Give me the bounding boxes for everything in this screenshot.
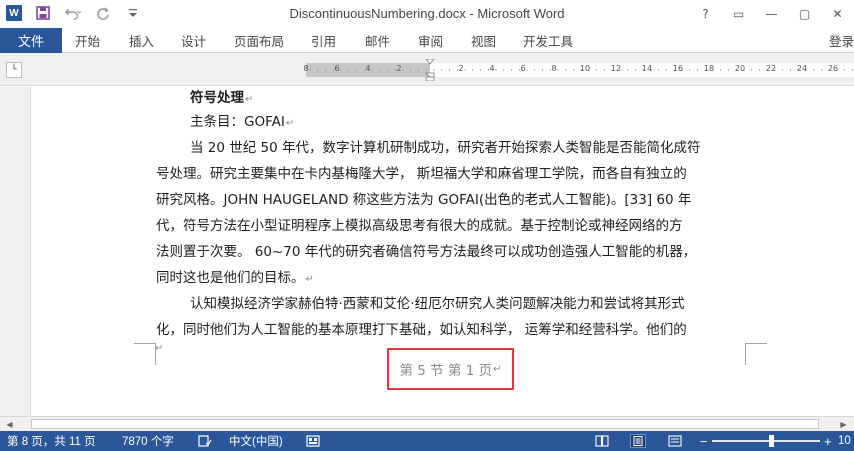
scroll-left-icon[interactable]: ◀ <box>4 419 15 430</box>
help-icon[interactable]: ? <box>689 0 722 28</box>
tab-design[interactable]: 设计 <box>181 28 206 53</box>
tab-file[interactable]: 文件 <box>0 28 62 53</box>
paragraph-mark: ↵ <box>245 94 254 105</box>
ruler-label: 24 <box>796 64 808 73</box>
paragraph-line: 研究风格。JOHN HAUGELAND 称这些方法为 GOFAI(出色的老式人工… <box>156 192 692 208</box>
scroll-right-icon[interactable]: ▶ <box>838 419 849 430</box>
paragraph-line: 化，同时他们为人工智能的基本原理打下基础，如认知科学， 运筹学和经营科学。他们的 <box>156 322 687 338</box>
paragraph-line: 代，符号方法在小型证明程序上模拟高级思考有很大的成就。基于控制论或神经网络的方 <box>156 218 683 234</box>
ruler-label: 4 <box>365 64 371 73</box>
heading-text: 符号处理 <box>190 90 244 106</box>
paragraph-line: 号处理。研究主要集中在卡内基梅隆大学， 斯坦福大学和麻省理工学院，而各自有独立的 <box>156 166 687 182</box>
ruler-label: 14 <box>641 64 653 73</box>
ruler-label: 12 <box>610 64 622 73</box>
paragraph-mark: ↵ <box>493 363 502 375</box>
tab-references[interactable]: 引用 <box>311 28 336 53</box>
tab-mailings[interactable]: 邮件 <box>365 28 390 53</box>
tab-stop-selector[interactable]: └ <box>6 62 22 78</box>
zoom-in-icon[interactable]: + <box>824 431 832 451</box>
hanging-indent-marker[interactable] <box>425 72 435 78</box>
ruler-label: 8 <box>303 64 309 73</box>
zoom-slider[interactable] <box>712 440 820 442</box>
login-link[interactable]: 登录 <box>829 28 854 53</box>
paragraph-mark: ↵ <box>305 274 314 285</box>
zoom-out-icon[interactable]: − <box>700 431 708 451</box>
ruler-area: └ 8642246810121416182022242628 <box>0 53 854 86</box>
tab-view[interactable]: 视图 <box>471 28 496 53</box>
first-line-indent-marker[interactable] <box>425 59 435 65</box>
paragraph-line: 认知模拟经济学家赫伯特·西蒙和艾伦·纽厄尔研究人类问题解决能力和尝试将其形式 <box>190 296 685 312</box>
tab-developer[interactable]: 开发工具 <box>523 28 573 53</box>
subentry-text: 主条目：GOFAI <box>190 114 285 130</box>
footer-page-number[interactable]: 第 5 节 第 1 页 ↵ <box>387 348 514 390</box>
crop-mark <box>134 343 156 365</box>
paragraph-line: 法则置于次要。 60~70 年代的研究者确信符号方法最终可以成功创造强人工智能的… <box>156 244 697 260</box>
document-area: 符号处理↵ 主条目：GOFAI↵ 当 20 世纪 50 年代，数字计算机研制成功… <box>0 87 854 416</box>
title-bar: W DiscontinuousNumbering.docx - Microsof… <box>0 0 854 28</box>
ruler-label: 20 <box>734 64 746 73</box>
subentry: 主条目：GOFAI↵ <box>190 110 790 130</box>
tab-home[interactable]: 开始 <box>75 28 100 53</box>
ruler-label: 22 <box>765 64 777 73</box>
ruler-label: 2 <box>396 64 402 73</box>
web-layout-icon[interactable] <box>667 434 683 448</box>
ruler-label: 2 <box>458 64 464 73</box>
window-controls: ? ▭ — ▢ ✕ <box>689 0 854 28</box>
heading: 符号处理↵ <box>190 86 790 106</box>
ruler-label: 10 <box>579 64 591 73</box>
paragraph-mark: ↵ <box>285 118 295 129</box>
ribbon-tabs: 文件 开始 插入 设计 页面布局 引用 邮件 审阅 视图 开发工具 登录 <box>0 28 854 53</box>
zoom-slider-thumb[interactable] <box>769 435 775 447</box>
ribbon-display-icon[interactable]: ▭ <box>722 0 755 28</box>
language-indicator[interactable]: 中文(中国) <box>229 431 283 451</box>
print-layout-icon[interactable] <box>630 434 646 448</box>
maximize-icon[interactable]: ▢ <box>788 0 821 28</box>
read-mode-icon[interactable] <box>594 434 610 448</box>
ruler-label: 26 <box>827 64 839 73</box>
page-count[interactable]: 第 8 页，共 11 页 <box>7 431 96 451</box>
horizontal-scrollbar[interactable]: ◀ ▶ <box>0 416 854 431</box>
word-count[interactable]: 7870 个字 <box>122 431 174 451</box>
ruler-label: 18 <box>703 64 715 73</box>
proofing-icon[interactable] <box>197 434 213 448</box>
minimize-icon[interactable]: — <box>755 0 788 28</box>
close-icon[interactable]: ✕ <box>821 0 854 28</box>
left-indent-marker[interactable] <box>425 76 435 81</box>
footer-text: 第 5 节 第 1 页 <box>399 363 493 379</box>
tab-review[interactable]: 审阅 <box>418 28 443 53</box>
ruler-label: 8 <box>551 64 557 73</box>
scrollbar-thumb[interactable] <box>31 419 819 429</box>
ruler-label: 6 <box>520 64 526 73</box>
paragraph-line-text: 同时这也是他们的目标。 <box>156 270 305 286</box>
tab-insert[interactable]: 插入 <box>129 28 154 53</box>
status-bar: 第 8 页，共 11 页 7870 个字 中文(中国) − + 10 <box>0 431 854 451</box>
tab-page-layout[interactable]: 页面布局 <box>234 28 284 53</box>
macro-recording-icon[interactable] <box>305 434 321 448</box>
paragraph-line-last: 同时这也是他们的目标。↵ <box>156 266 756 286</box>
vertical-ruler <box>0 87 31 416</box>
zoom-percent[interactable]: 10 <box>838 431 851 451</box>
ruler-label: 4 <box>489 64 495 73</box>
ruler-label: 16 <box>672 64 684 73</box>
ruler-label: 6 <box>334 64 340 73</box>
paragraph-line: 当 20 世纪 50 年代，数字计算机研制成功，研究者开始探索人类智能是否能简化… <box>190 140 701 156</box>
horizontal-ruler[interactable]: 8642246810121416182022242628 <box>303 59 854 81</box>
